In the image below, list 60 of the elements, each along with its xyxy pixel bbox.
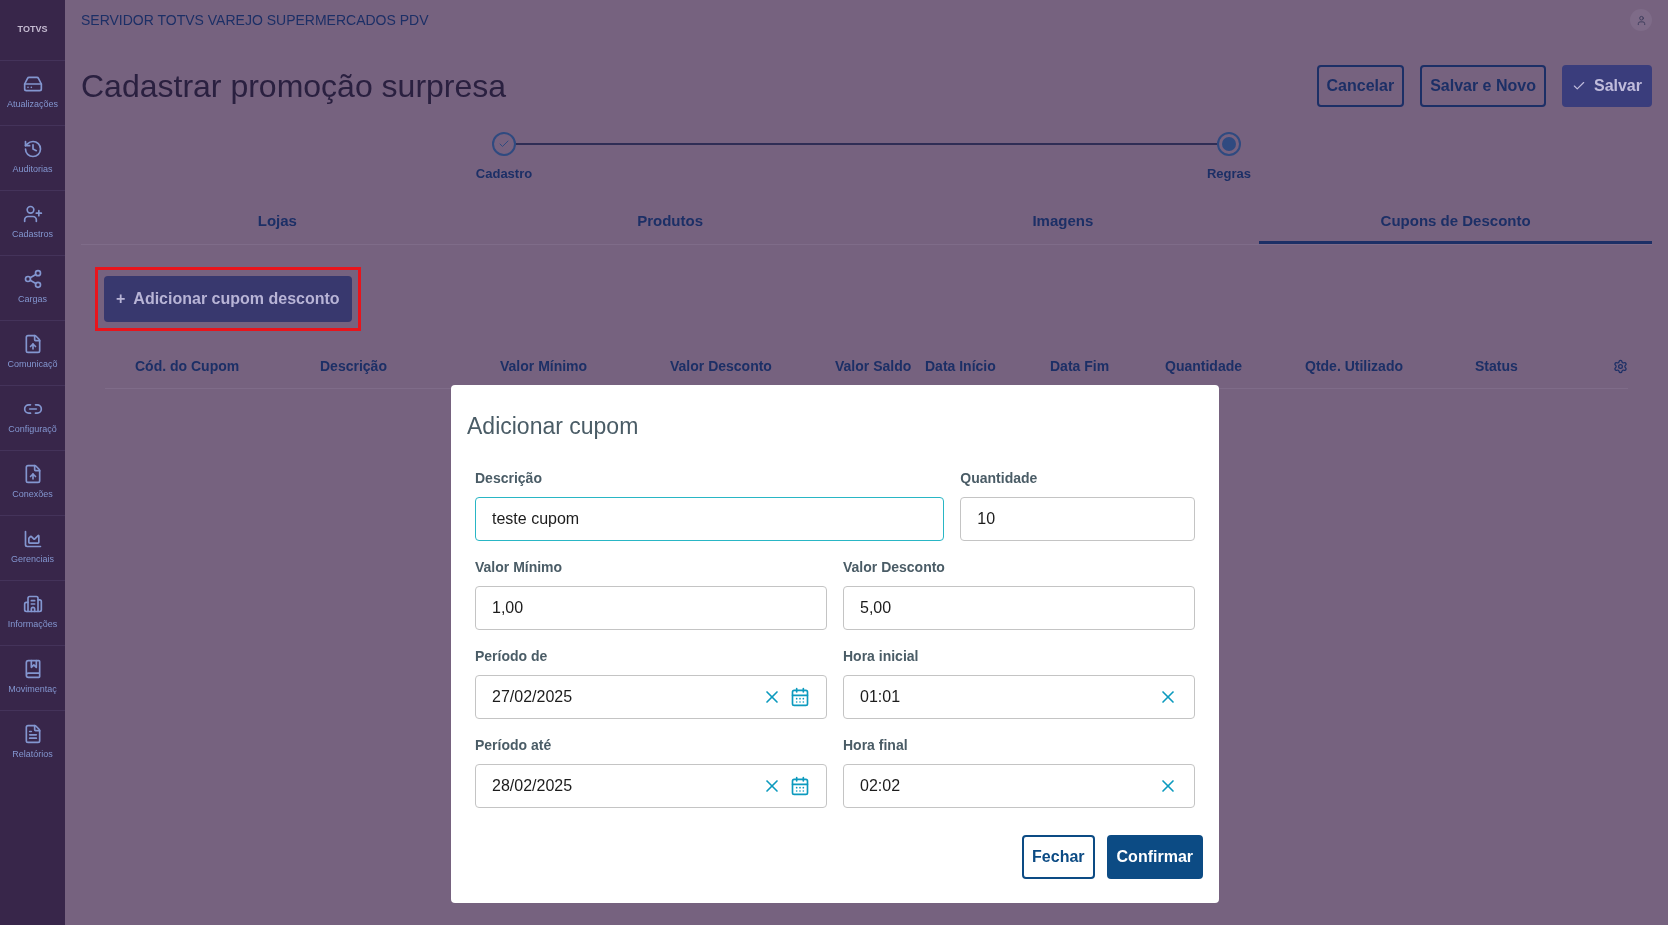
column-header: Valor Mínimo bbox=[500, 357, 589, 376]
column-header: Quantidade bbox=[1165, 357, 1243, 376]
add-user-icon bbox=[22, 204, 43, 225]
column-header: Cód. do Cupom bbox=[135, 357, 241, 376]
input-field[interactable]: 10 bbox=[960, 496, 1195, 541]
column-header: Data Início bbox=[925, 357, 997, 376]
settings-icon[interactable] bbox=[1613, 359, 1628, 374]
date-field[interactable]: 27/02/2025 bbox=[475, 674, 827, 719]
field-label: Valor Desconto bbox=[843, 557, 946, 577]
sidebar-item[interactable]: Movimentaç bbox=[0, 645, 65, 710]
column-header: Status bbox=[1475, 357, 1519, 376]
share-icon bbox=[22, 269, 43, 290]
save-button[interactable]: Salvar bbox=[1561, 65, 1652, 107]
sidebar-item[interactable]: Informações bbox=[0, 580, 65, 645]
field-label: Período de bbox=[475, 646, 549, 666]
sidebar-item[interactable]: Cargas bbox=[0, 255, 65, 320]
column-header: Descrição bbox=[320, 357, 388, 376]
time-field[interactable]: 02:02 bbox=[843, 763, 1195, 808]
field-label: Hora inicial bbox=[843, 646, 920, 666]
column-header: Qtde. Utilizado bbox=[1305, 357, 1404, 376]
calendar-icon[interactable] bbox=[790, 686, 810, 707]
calendar-icon[interactable] bbox=[790, 775, 810, 796]
input-field[interactable]: 5,00 bbox=[843, 585, 1195, 630]
sidebar-item[interactable]: Cadastros bbox=[0, 190, 65, 255]
check-icon bbox=[1571, 79, 1586, 93]
input-field[interactable]: 1,00 bbox=[475, 585, 827, 630]
sidebar-item[interactable]: Gerenciais bbox=[0, 515, 65, 580]
date-field[interactable]: 28/02/2025 bbox=[475, 763, 827, 808]
sidebar-item[interactable]: Atualizações bbox=[0, 60, 65, 125]
step-label: Cadastro bbox=[475, 165, 533, 183]
close-button[interactable]: Fechar bbox=[1022, 835, 1095, 879]
sidebar-item[interactable]: Relatórios bbox=[0, 710, 65, 775]
column-header: Data Fim bbox=[1050, 357, 1111, 376]
page-title: Cadastrar promoção surpresa bbox=[81, 67, 507, 106]
sidebar-item[interactable]: Comunicaçõ bbox=[0, 320, 65, 385]
sidebar-item[interactable]: Conexões bbox=[0, 450, 65, 515]
logo: TOTVS bbox=[17, 23, 48, 37]
time-field[interactable]: 01:01 bbox=[843, 674, 1195, 719]
sidebar-item[interactable]: Auditorias bbox=[0, 125, 65, 190]
history-icon bbox=[22, 139, 43, 160]
building-icon bbox=[22, 594, 43, 615]
dialog-title: Adicionar cupom bbox=[467, 412, 640, 441]
user-icon bbox=[1635, 14, 1647, 26]
step-label: Regras bbox=[1206, 165, 1252, 183]
user-avatar[interactable] bbox=[1630, 9, 1652, 31]
field-label: Descrição bbox=[475, 468, 543, 488]
column-header: Valor Saldo bbox=[835, 357, 913, 376]
field-label: Quantidade bbox=[960, 468, 1039, 488]
system-name: SERVIDOR TOTVS VAREJO SUPERMERCADOS PDV bbox=[81, 10, 429, 30]
check-icon bbox=[498, 138, 510, 150]
field-label: Valor Mínimo bbox=[475, 557, 564, 577]
server-icon bbox=[22, 74, 43, 95]
confirm-button[interactable]: Confirmar bbox=[1106, 835, 1203, 879]
field-label: Hora final bbox=[843, 735, 909, 755]
field-label: Período até bbox=[475, 735, 553, 755]
add-coupon-button[interactable]: + Adicionar cupom desconto bbox=[104, 276, 352, 322]
sidebar-item[interactable]: Configuraçõ bbox=[0, 385, 65, 450]
chart-icon bbox=[22, 529, 43, 550]
column-header: Valor Desconto bbox=[670, 357, 773, 376]
input-field[interactable]: teste cupom bbox=[475, 496, 945, 541]
